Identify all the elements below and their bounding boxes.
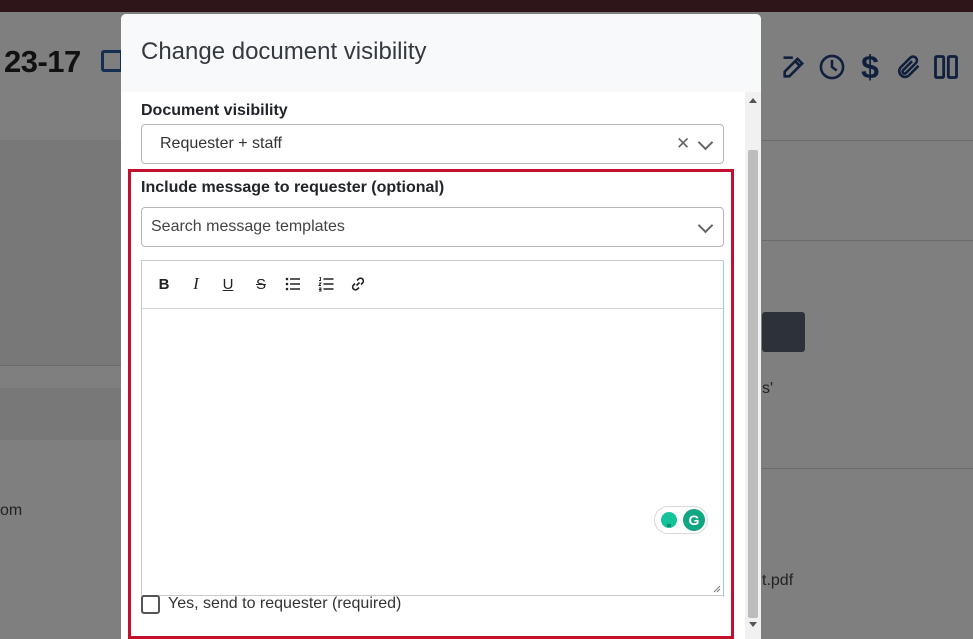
bullet-list-button[interactable]: [279, 271, 307, 297]
send-to-requester-checkbox[interactable]: [141, 595, 160, 614]
numbered-list-button[interactable]: [312, 271, 340, 297]
chevron-down-icon[interactable]: [697, 134, 714, 151]
bold-button[interactable]: B: [150, 271, 178, 297]
clear-selection-icon[interactable]: ✕: [676, 134, 690, 154]
bullet-list-icon: [285, 277, 300, 291]
scrollbar-thumb[interactable]: [748, 150, 758, 618]
underline-button[interactable]: U: [214, 271, 242, 297]
italic-button[interactable]: I: [182, 271, 210, 297]
editor-toolbar: B I U S: [142, 261, 723, 309]
message-editor-textarea[interactable]: [142, 309, 723, 595]
numbered-list-icon: [318, 277, 334, 292]
document-visibility-select[interactable]: Requester + staff ✕: [141, 124, 724, 164]
strikethrough-button[interactable]: S: [247, 271, 275, 297]
send-to-requester-label[interactable]: Yes, send to requester (required): [168, 595, 401, 613]
editor-focus-edge: [723, 261, 724, 597]
modal-header: Change document visibility: [121, 14, 761, 92]
modal-scrollbar[interactable]: [745, 92, 761, 639]
modal-body: Document visibility Requester + staff ✕ …: [121, 92, 745, 639]
message-to-requester-label: Include message to requester (optional): [141, 179, 445, 196]
link-icon: [351, 277, 365, 291]
scroll-up-arrow-icon[interactable]: [749, 98, 757, 103]
grammarly-logo-icon[interactable]: G: [683, 509, 705, 531]
resize-handle-icon[interactable]: [713, 585, 721, 593]
change-visibility-modal: Change document visibility Document visi…: [121, 14, 761, 639]
message-template-search[interactable]: Search message templates: [141, 207, 724, 247]
document-visibility-label: Document visibility: [141, 102, 288, 119]
link-button[interactable]: [344, 271, 372, 297]
lightbulb-icon[interactable]: [661, 512, 677, 528]
grammarly-widget[interactable]: G: [654, 506, 708, 534]
message-rich-text-editor: B I U S G: [141, 260, 724, 597]
scroll-down-arrow-icon[interactable]: [749, 622, 757, 627]
chevron-down-icon[interactable]: [697, 217, 714, 234]
document-visibility-value: Requester + staff: [160, 135, 282, 152]
template-search-placeholder: Search message templates: [151, 218, 345, 235]
modal-title: Change document visibility: [141, 38, 427, 65]
